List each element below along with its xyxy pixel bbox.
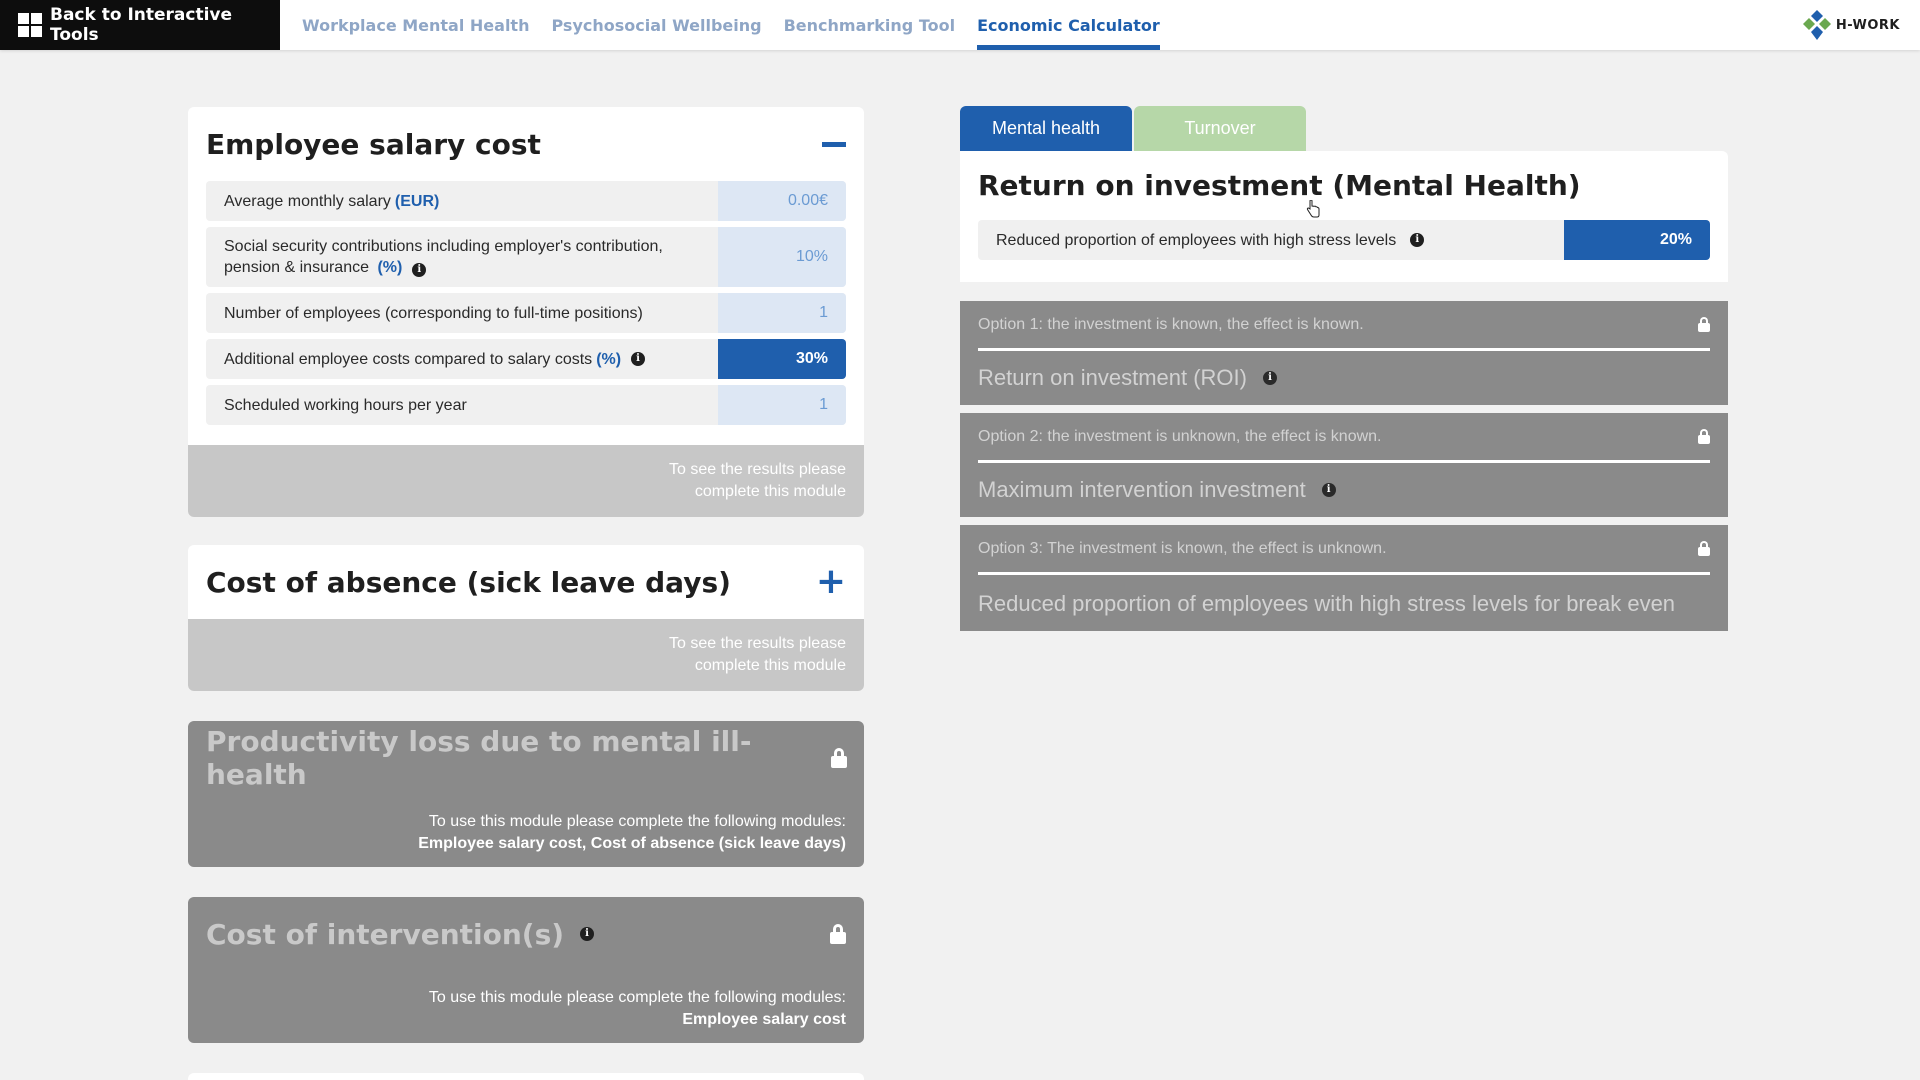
productivity-loss-module: Productivity loss due to mental ill-heal… — [188, 721, 864, 867]
info-icon[interactable]: i — [631, 352, 646, 366]
next-module-card — [188, 1073, 864, 1080]
option-heading: Option 2: the investment is unknown, the… — [978, 427, 1382, 445]
grid-icon — [18, 13, 42, 37]
salary-row: Social security contributions including … — [206, 227, 846, 287]
row-unit: (%) — [377, 259, 403, 276]
tab-benchmarking-tool[interactable]: Benchmarking Tool — [784, 0, 955, 50]
results-text: To see the results please — [669, 461, 846, 478]
collapse-icon[interactable] — [822, 141, 846, 147]
nav-tabs: Workplace Mental Health Psychosocial Wel… — [302, 0, 1182, 50]
required-modules: Employee salary cost — [682, 1011, 846, 1028]
option-heading: Option 1: the investment is known, the e… — [978, 315, 1364, 333]
employees-input[interactable]: 1 — [718, 293, 846, 333]
info-icon[interactable]: i — [1262, 371, 1277, 385]
locked-message: To use this module please complete the f… — [188, 971, 864, 1043]
results-text: complete this module — [694, 483, 846, 500]
row-label: Number of employees (corresponding to fu… — [224, 304, 643, 322]
working-hours-input[interactable]: 1 — [718, 385, 846, 425]
logo-text: H-WORK — [1835, 17, 1900, 33]
roi-title: Return on investment (Mental Health) — [978, 169, 1581, 202]
results-placeholder: To see the results please complete this … — [188, 445, 864, 517]
option-title: Maximum intervention investment — [978, 477, 1306, 502]
tab-economic-calculator[interactable]: Economic Calculator — [977, 0, 1160, 50]
locked-text: To use this module please complete the f… — [428, 813, 846, 830]
option-title: Reduced proportion of employees with hig… — [978, 591, 1676, 616]
salary-row: Number of employees (corresponding to fu… — [206, 293, 846, 333]
salary-row: Average monthly salary (EUR) 0.00€ — [206, 181, 846, 221]
cost-of-intervention-module: Cost of intervention(s) i To use this mo… — [188, 897, 864, 1043]
row-label: Scheduled working hours per year — [224, 396, 467, 414]
lock-icon — [1698, 429, 1710, 444]
row-label: Social security contributions including … — [224, 238, 663, 276]
row-unit: (EUR) — [394, 192, 440, 210]
row-label: Reduced proportion of employees with hig… — [996, 231, 1397, 249]
option-2-card: Option 2: the investment is unknown, the… — [960, 413, 1728, 517]
locked-text: To use this module please complete the f… — [428, 989, 846, 1006]
option-heading: Option 3: The investment is known, the e… — [978, 539, 1387, 557]
stress-reduction-input[interactable]: 20% — [1564, 220, 1710, 260]
results-text: To see the results please — [669, 635, 846, 652]
results-placeholder: To see the results please complete this … — [188, 619, 864, 691]
top-navigation: Back to Interactive Tools Workplace Ment… — [0, 0, 1920, 50]
hand-cursor-icon — [1306, 200, 1320, 218]
row-label: Average monthly salary — [224, 192, 391, 210]
option-title: Return on investment (ROI) — [978, 365, 1247, 390]
average-salary-input[interactable]: 0.00€ — [718, 181, 846, 221]
tab-mental-health[interactable]: Mental health — [960, 106, 1132, 151]
logo-icon — [1802, 10, 1831, 40]
lock-icon — [830, 748, 847, 768]
cost-of-absence-module: Cost of absence (sick leave days) + To s… — [188, 545, 864, 691]
additional-costs-input[interactable]: 30% — [718, 339, 846, 379]
back-label: Back to Interactive Tools — [50, 5, 233, 45]
info-icon[interactable]: i — [412, 263, 427, 277]
info-icon[interactable]: i — [1410, 233, 1425, 247]
info-icon[interactable]: i — [1321, 483, 1336, 497]
module-title: Employee salary cost — [206, 127, 541, 161]
salary-row: Additional employee costs compared to sa… — [206, 339, 846, 379]
module-title: Cost of absence (sick leave days) — [206, 565, 731, 599]
tab-workplace-mental-health[interactable]: Workplace Mental Health — [302, 0, 529, 50]
locked-message: To use this module please complete the f… — [188, 795, 864, 867]
back-to-tools-button[interactable]: Back to Interactive Tools — [0, 0, 280, 50]
row-label: Additional employee costs compared to sa… — [224, 350, 593, 368]
roi-panel: Return on investment (Mental Health) Red… — [960, 151, 1728, 631]
info-icon[interactable]: i — [580, 927, 595, 941]
results-tabs: Mental health Turnover — [960, 106, 1308, 151]
tab-psychosocial-wellbeing[interactable]: Psychosocial Wellbeing — [551, 0, 761, 50]
stress-reduction-row: Reduced proportion of employees with hig… — [978, 220, 1710, 260]
h-work-logo[interactable]: H-WORK — [1800, 8, 1900, 42]
social-security-input[interactable]: 10% — [718, 227, 846, 287]
option-3-card: Option 3: The investment is known, the e… — [960, 525, 1728, 631]
lock-icon — [830, 924, 846, 944]
lock-icon — [1698, 317, 1710, 332]
tab-turnover[interactable]: Turnover — [1134, 106, 1306, 151]
lock-icon — [1698, 541, 1710, 556]
salary-row: Scheduled working hours per year 1 — [206, 385, 846, 425]
module-title: Cost of intervention(s) — [206, 917, 565, 951]
employee-salary-module: Employee salary cost Average monthly sal… — [188, 107, 864, 517]
results-text: complete this module — [694, 657, 846, 674]
option-1-card: Option 1: the investment is known, the e… — [960, 301, 1728, 405]
module-title: Productivity loss due to mental ill-heal… — [206, 725, 752, 791]
expand-icon[interactable]: + — [816, 564, 846, 600]
required-modules: Employee salary cost, Cost of absence (s… — [418, 835, 846, 852]
row-unit: (%) — [596, 350, 622, 368]
